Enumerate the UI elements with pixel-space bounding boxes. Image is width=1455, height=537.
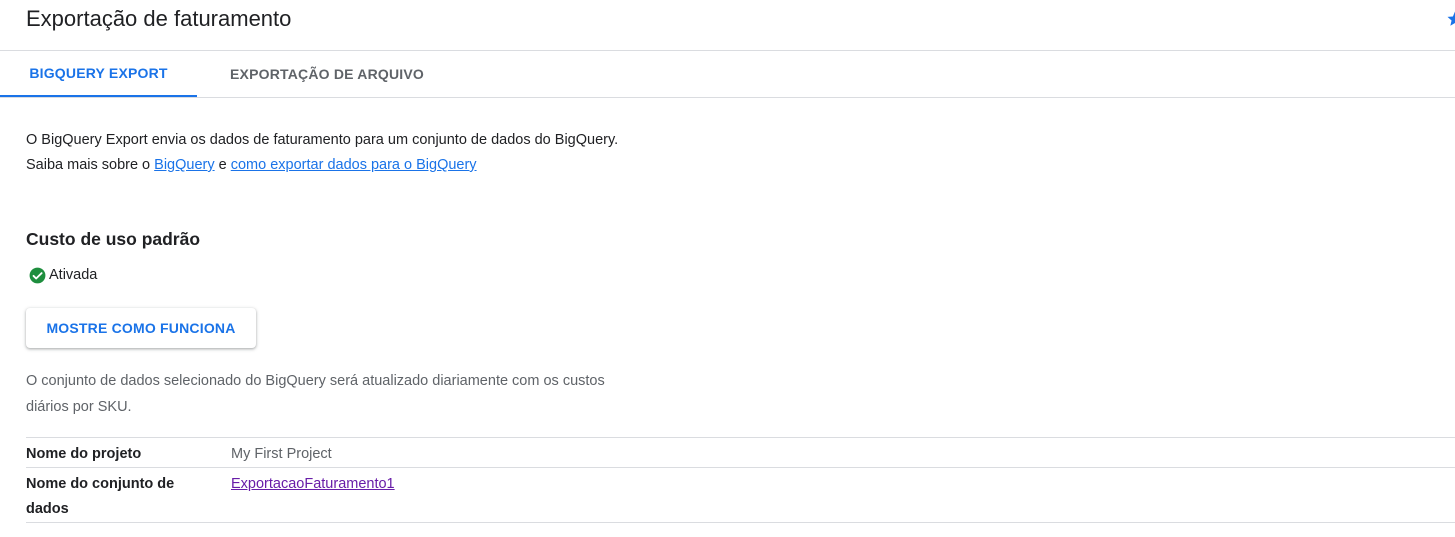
table-row-dataset-name: Nome do conjunto de dados ExportacaoFatu… <box>26 468 1455 523</box>
table-row-project-name: Nome do projeto My First Project <box>26 438 1455 468</box>
project-name-label: Nome do projeto <box>26 446 142 462</box>
page-title: Exportação de faturamento <box>26 6 292 31</box>
page-header: Exportação de faturamento <box>0 0 1455 51</box>
billing-export-page: Exportação de faturamento BIGQUERY EXPOR… <box>0 0 1455 537</box>
bigquery-link[interactable]: BigQuery <box>154 157 214 173</box>
tab-bar: BIGQUERY EXPORT EXPORTAÇÃO DE ARQUIVO <box>0 51 1455 98</box>
how-to-export-link[interactable]: como exportar dados para o BigQuery <box>231 157 477 173</box>
status-label: Ativada <box>49 267 98 283</box>
status-badge: Ativada <box>28 264 97 286</box>
intro-text: O BigQuery Export envia os dados de fatu… <box>26 128 646 178</box>
project-name-value: My First Project <box>231 446 332 462</box>
details-table: Nome do projeto My First Project Nome do… <box>26 437 1455 523</box>
intro-text-part-2: e <box>214 157 231 173</box>
dataset-name-label: Nome do conjunto de dados <box>26 476 175 517</box>
section-description: O conjunto de dados selecionado do BigQu… <box>26 373 605 415</box>
star-icon[interactable] <box>1446 10 1455 28</box>
check-circle-icon <box>28 266 47 285</box>
show-how-it-works-button[interactable]: MOSTRE COMO FUNCIONA <box>26 308 256 348</box>
section-title: Custo de uso padrão <box>26 229 201 249</box>
tab-exportacao-de-arquivo[interactable]: EXPORTAÇÃO DE ARQUIVO <box>197 51 457 97</box>
dataset-name-link[interactable]: ExportacaoFaturamento1 <box>231 472 395 497</box>
tab-bigquery-export[interactable]: BIGQUERY EXPORT <box>0 51 197 97</box>
